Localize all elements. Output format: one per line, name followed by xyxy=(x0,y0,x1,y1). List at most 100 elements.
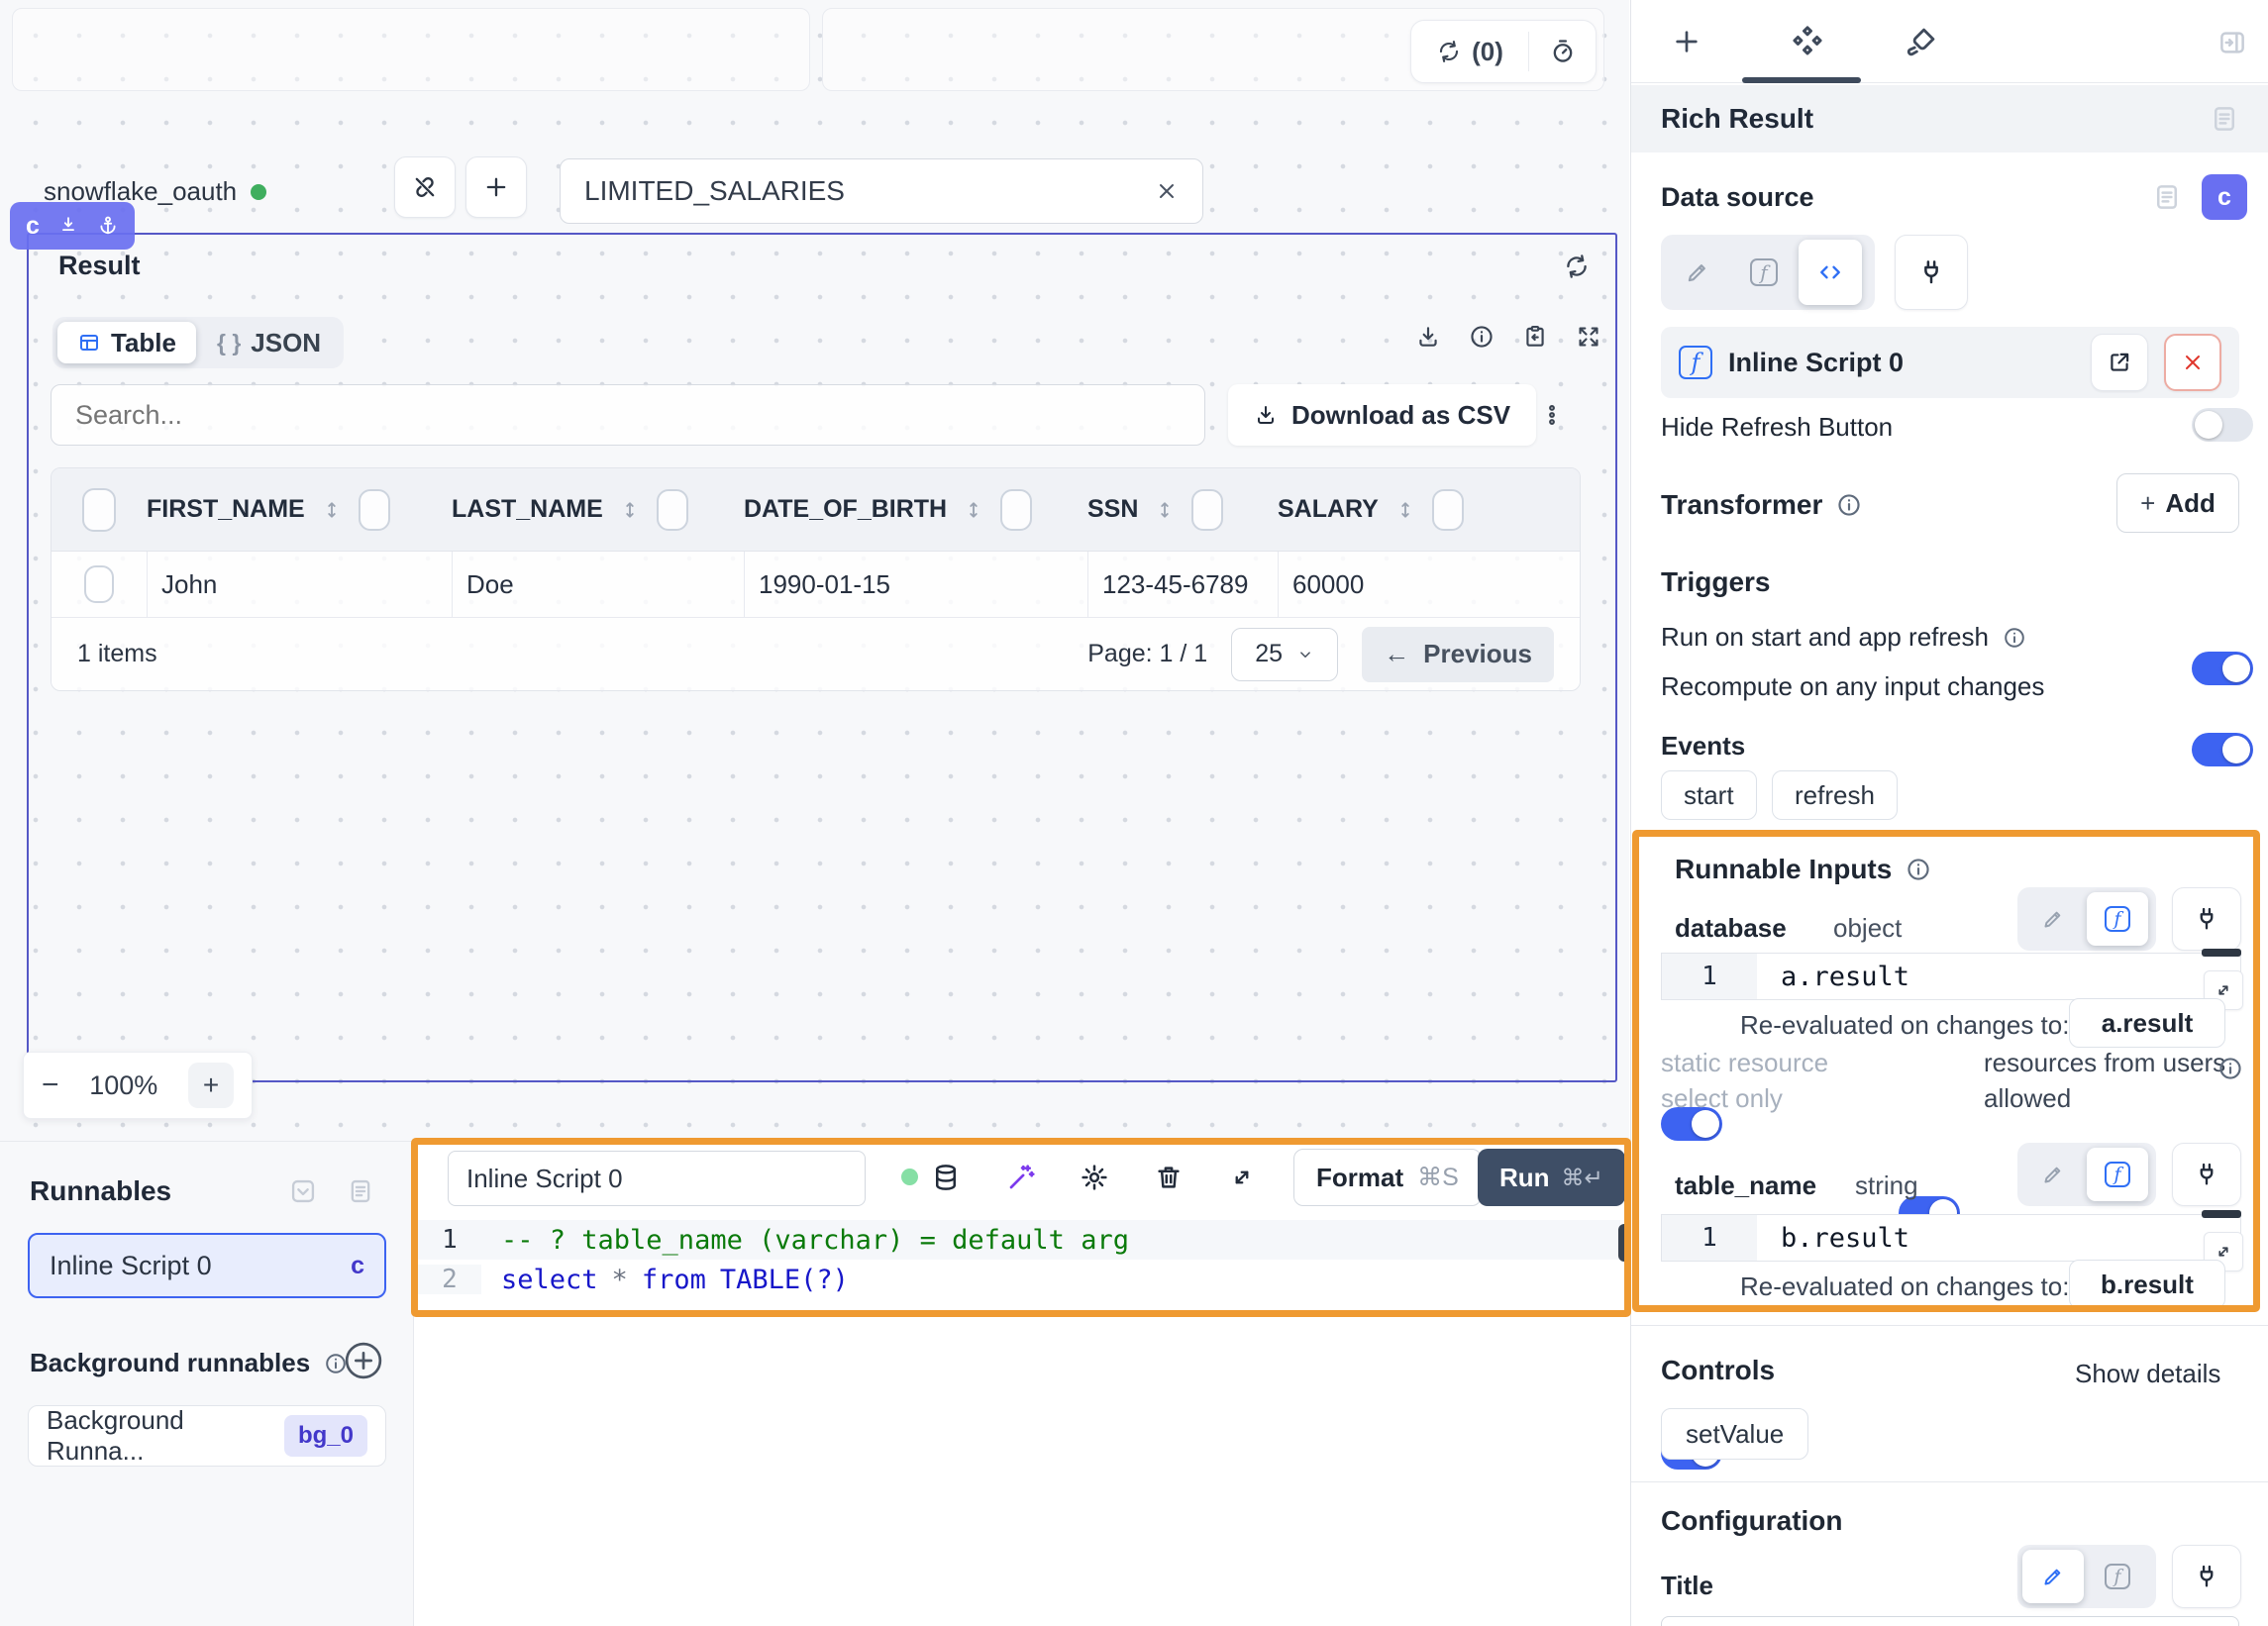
runnable-item-selected[interactable]: Inline Script 0 c xyxy=(28,1233,386,1298)
rich-result-component[interactable]: Result Table { } JSON Download as xyxy=(27,233,1617,1082)
collapse-panel-icon[interactable] xyxy=(2217,28,2247,57)
open-source-button[interactable] xyxy=(2091,334,2148,391)
table-row[interactable]: John Doe 1990-01-15 123-45-6789 60000 xyxy=(52,552,1580,617)
database-icon[interactable] xyxy=(931,1163,961,1192)
mode-function[interactable]: f xyxy=(2087,1148,2148,1201)
table-search-input[interactable] xyxy=(75,400,1181,431)
kebab-menu-icon[interactable] xyxy=(1539,402,1565,428)
download-icon[interactable] xyxy=(1415,324,1441,350)
code-line[interactable]: 2 select * from TABLE(?) xyxy=(418,1260,1620,1299)
anchor-icon[interactable] xyxy=(97,215,119,237)
column-checkbox[interactable] xyxy=(1432,489,1464,531)
zoom-out-button[interactable]: − xyxy=(42,1068,59,1102)
fullscreen-icon[interactable] xyxy=(1576,324,1601,350)
sort-icon[interactable] xyxy=(963,499,984,521)
editor-scrollbar[interactable] xyxy=(1618,1224,1630,1262)
column-header[interactable]: FIRST_NAME xyxy=(147,489,452,531)
event-pill-refresh[interactable]: refresh xyxy=(1772,770,1898,820)
settings-gear-icon[interactable] xyxy=(1080,1163,1109,1192)
mode-code[interactable] xyxy=(1799,240,1862,305)
unlink-button[interactable] xyxy=(394,156,456,218)
select-all-checkbox[interactable] xyxy=(82,488,116,532)
code-line[interactable]: 1 -- ? table_name (varchar) = default ar… xyxy=(418,1220,1620,1260)
history-button[interactable] xyxy=(1529,38,1596,65)
refresh-count-button[interactable]: (0) xyxy=(1411,37,1528,67)
list-view-icon[interactable] xyxy=(347,1177,374,1205)
magic-wand-icon[interactable] xyxy=(1005,1162,1037,1193)
clear-input-icon[interactable] xyxy=(1155,179,1179,203)
download-csv-button[interactable]: Download as CSV xyxy=(1228,384,1536,446)
recompute-toggle[interactable] xyxy=(2192,733,2253,766)
table-name-expression-editor[interactable]: 1 b.result xyxy=(1661,1214,2241,1262)
column-checkbox[interactable] xyxy=(657,489,688,531)
tab-table[interactable]: Table xyxy=(57,322,196,363)
connect-source-button[interactable] xyxy=(1895,235,1968,310)
info-icon[interactable] xyxy=(1469,324,1495,350)
sort-icon[interactable] xyxy=(1154,499,1176,521)
mode-function[interactable]: f xyxy=(2087,892,2148,946)
component-id-chip[interactable]: c xyxy=(2202,174,2247,220)
delete-trash-icon[interactable] xyxy=(1154,1163,1184,1192)
components-tab[interactable] xyxy=(1790,24,1825,59)
mode-function[interactable]: f xyxy=(2087,1550,2148,1603)
code-icon xyxy=(1816,258,1844,286)
column-header[interactable]: SALARY xyxy=(1278,489,1580,531)
remove-source-button[interactable] xyxy=(2164,334,2221,391)
title-input-partial[interactable] xyxy=(1661,1616,2239,1626)
reeval-dep-chip[interactable]: b.result xyxy=(2069,1260,2225,1309)
collapse-list-icon[interactable] xyxy=(289,1177,317,1205)
background-runnable-item[interactable]: Background Runna... bg_0 xyxy=(28,1405,386,1467)
mode-static[interactable] xyxy=(2022,892,2084,946)
hide-refresh-toggle[interactable] xyxy=(2192,408,2253,442)
mode-static[interactable] xyxy=(1666,240,1729,305)
script-name-input[interactable] xyxy=(466,1164,847,1194)
connect-input-button[interactable] xyxy=(2172,887,2241,951)
event-pill-start[interactable]: start xyxy=(1661,770,1757,820)
sort-icon[interactable] xyxy=(321,499,343,521)
run-on-start-toggle[interactable] xyxy=(2192,652,2253,685)
data-source-row[interactable]: f Inline Script 0 xyxy=(1661,327,2239,398)
previous-page-button[interactable]: ← Previous xyxy=(1362,627,1554,682)
code-editor[interactable]: 1 -- ? table_name (varchar) = default ar… xyxy=(418,1220,1620,1299)
column-checkbox[interactable] xyxy=(1000,489,1032,531)
tab-json[interactable]: { } JSON xyxy=(199,322,339,363)
info-icon[interactable] xyxy=(2217,1056,2243,1081)
sort-icon[interactable] xyxy=(1394,499,1416,521)
page-size-select[interactable]: 25 xyxy=(1231,628,1338,681)
connect-input-button[interactable] xyxy=(2172,1143,2241,1206)
sort-icon[interactable] xyxy=(619,499,641,521)
connect-input-button[interactable] xyxy=(2172,1545,2241,1608)
mode-function[interactable]: f xyxy=(1732,240,1796,305)
control-method-pill[interactable]: setValue xyxy=(1661,1408,1808,1460)
add-button[interactable] xyxy=(465,156,527,218)
format-button[interactable]: Format ⌘S xyxy=(1293,1149,1482,1206)
expand-editor-icon[interactable] xyxy=(1228,1164,1256,1191)
run-button[interactable]: Run ⌘↵ xyxy=(1478,1149,1625,1206)
column-header[interactable]: DATE_OF_BIRTH xyxy=(744,489,1087,531)
show-details-link[interactable]: Show details xyxy=(2075,1359,2220,1389)
info-icon[interactable] xyxy=(1906,857,1931,882)
database-expression-editor[interactable]: 1 a.result xyxy=(1661,953,2241,1000)
info-icon[interactable] xyxy=(2003,626,2026,650)
component-selection-chip[interactable]: c xyxy=(10,202,135,250)
column-header[interactable]: SSN xyxy=(1087,489,1278,531)
docs-icon[interactable] xyxy=(2152,182,2182,212)
reeval-dep-chip[interactable]: a.result xyxy=(2069,998,2225,1048)
table-name-input[interactable] xyxy=(584,175,1155,207)
add-component-tab[interactable] xyxy=(1671,26,1702,57)
zoom-in-button[interactable]: + xyxy=(188,1063,234,1108)
mode-static[interactable] xyxy=(2022,1550,2084,1603)
add-background-runnable-button[interactable] xyxy=(341,1338,386,1383)
result-refresh-icon[interactable] xyxy=(1563,253,1591,280)
docs-icon[interactable] xyxy=(2210,104,2239,134)
add-transformer-button[interactable]: + Add xyxy=(2116,473,2239,533)
column-checkbox[interactable] xyxy=(359,489,390,531)
copy-data-icon[interactable] xyxy=(1522,324,1548,350)
row-checkbox[interactable] xyxy=(84,565,114,603)
move-down-icon[interactable] xyxy=(57,215,79,237)
info-icon[interactable] xyxy=(1836,492,1862,518)
mode-static[interactable] xyxy=(2022,1148,2084,1201)
styles-tab[interactable] xyxy=(1905,25,1938,58)
column-header[interactable]: LAST_NAME xyxy=(452,489,744,531)
column-checkbox[interactable] xyxy=(1191,489,1223,531)
